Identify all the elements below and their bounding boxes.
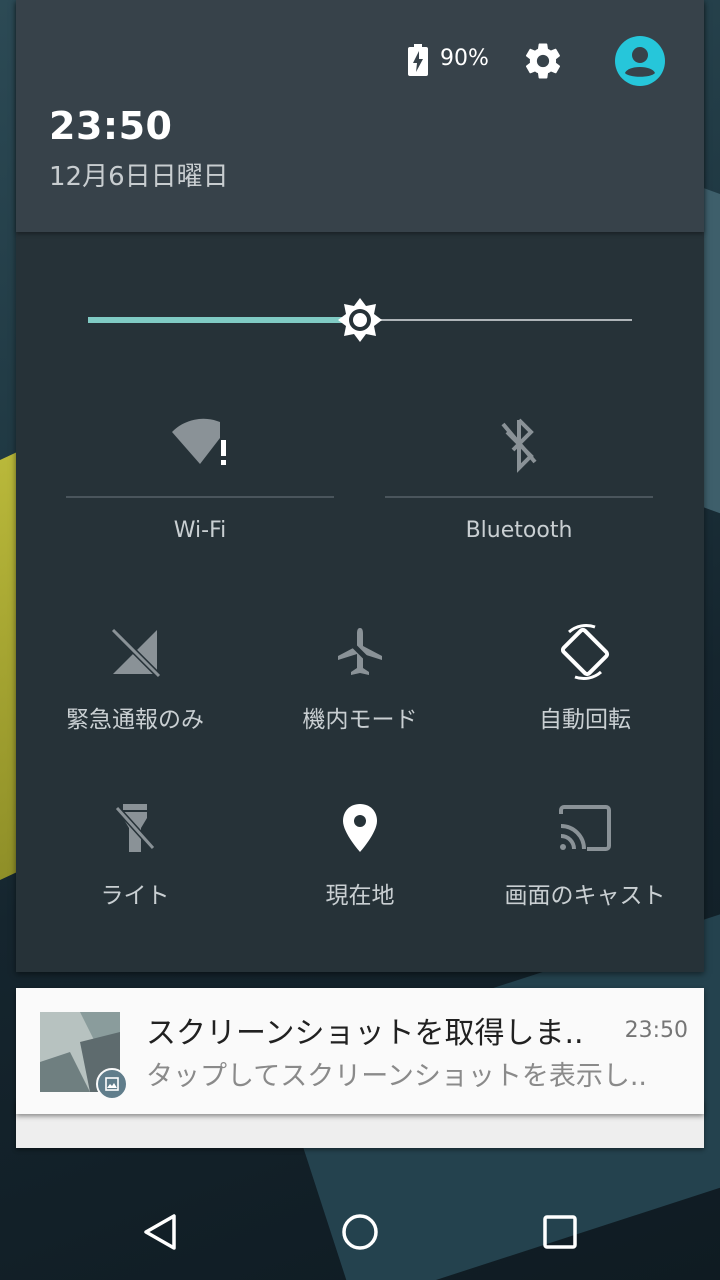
date[interactable]: 12月6日日曜日 — [49, 156, 229, 193]
recents-icon[interactable] — [532, 1204, 588, 1260]
clock[interactable]: 23:50 — [49, 104, 172, 148]
no-signal-icon — [110, 627, 162, 679]
settings-gear-icon[interactable] — [522, 40, 564, 82]
tile-label: 画面のキャスト — [504, 883, 666, 909]
battery-charging-icon — [408, 44, 428, 76]
user-avatar-icon[interactable] — [615, 36, 665, 86]
tile-airplane-mode[interactable]: 機内モード — [247, 622, 473, 752]
tile-cast-screen[interactable]: 画面のキャスト — [472, 798, 698, 928]
tile-label: ライト — [100, 883, 170, 909]
tile-emergency-only[interactable]: 緊急通報のみ — [22, 622, 248, 752]
brightness-icon[interactable] — [336, 296, 384, 344]
tile-label: Bluetooth — [465, 518, 573, 543]
location-icon — [343, 804, 377, 852]
screen-rotation-icon — [560, 623, 610, 681]
notification-text: タップしてスクリーンショットを表示し.. — [146, 1061, 648, 1092]
divider — [385, 496, 653, 498]
tile-label: 機内モード — [302, 707, 418, 733]
tile-flashlight[interactable]: ライト — [22, 798, 248, 928]
screenshot-notification[interactable]: スクリーンショットを取得しま.. 23:50 タップしてスクリーンショットを表示… — [16, 988, 704, 1114]
notification-time: 23:50 — [624, 1018, 688, 1043]
back-icon[interactable] — [132, 1204, 188, 1260]
airplane-icon — [338, 628, 382, 675]
tile-label: 緊急通報のみ — [66, 707, 204, 733]
home-icon[interactable] — [332, 1204, 388, 1260]
tile-bluetooth[interactable]: Bluetooth — [385, 410, 653, 560]
navigation-bar — [0, 1184, 720, 1280]
tile-location[interactable]: 現在地 — [247, 798, 473, 928]
status-header: 90% 23:50 12月6日日曜日 — [16, 0, 704, 232]
tile-wifi[interactable]: Wi-Fi — [66, 410, 334, 560]
brightness-slider-track — [360, 319, 632, 321]
bluetooth-off-icon — [501, 418, 537, 473]
brightness-slider[interactable] — [88, 296, 632, 344]
quick-settings-panel: 90% 23:50 12月6日日曜日 Wi-Fi Bluetooth 緊急通報の… — [16, 0, 704, 972]
battery-percentage: 90% — [440, 46, 489, 71]
tile-label: Wi-Fi — [173, 518, 227, 543]
tile-label: 現在地 — [325, 883, 395, 909]
image-icon — [105, 1077, 119, 1091]
notification-title: スクリーンショットを取得しま.. — [146, 1016, 584, 1051]
divider — [66, 496, 334, 498]
flashlight-off-icon — [114, 804, 156, 852]
brightness-slider-fill — [88, 317, 360, 323]
image-badge — [96, 1068, 128, 1100]
cast-icon — [559, 805, 611, 851]
tile-label: 自動回転 — [539, 707, 631, 733]
tile-auto-rotate[interactable]: 自動回転 — [472, 622, 698, 752]
wifi-alert-icon — [172, 418, 226, 465]
